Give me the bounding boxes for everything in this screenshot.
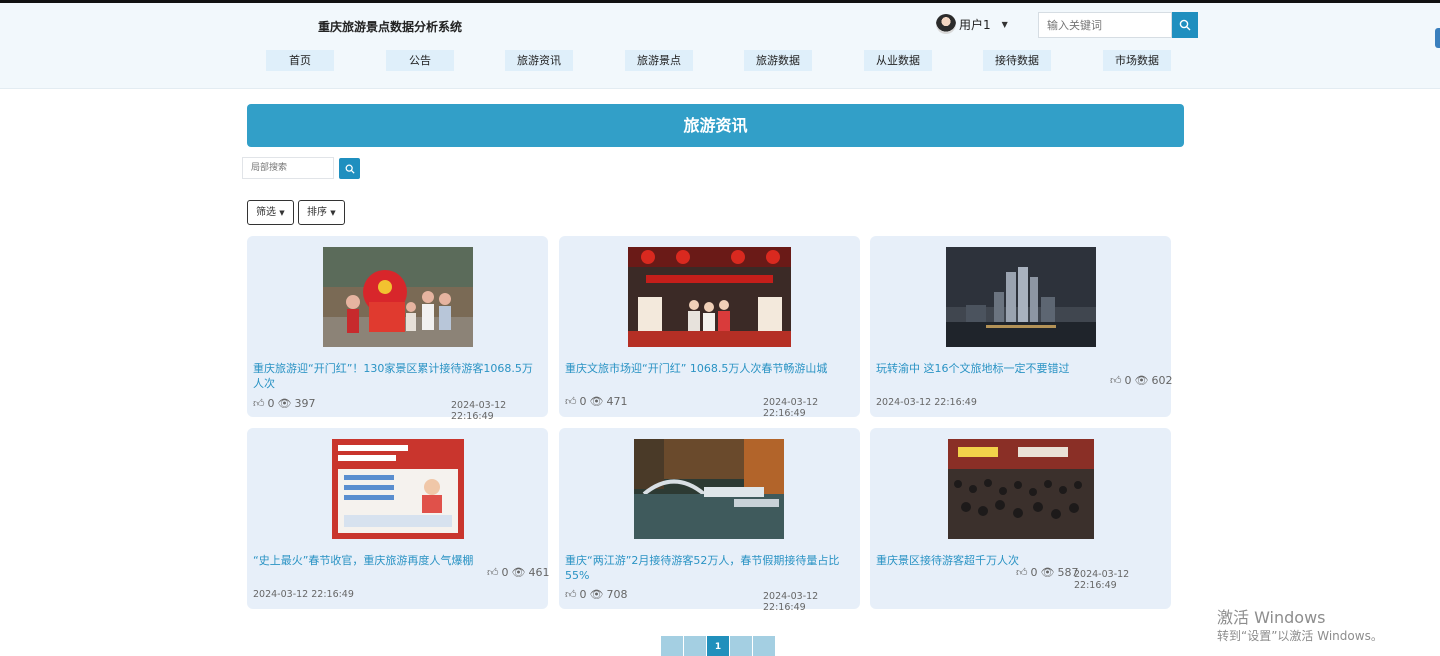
card-stats: 👍︎ 0 👁︎ 461 — [487, 566, 549, 579]
news-date: 2024-03-12 22:16:49 — [876, 397, 977, 408]
view-count: 708 — [606, 588, 628, 601]
news-date: 2024-03-12 22:16:49 — [1074, 569, 1130, 591]
filter-label: 筛选 — [256, 207, 276, 218]
like-count: 0 — [579, 588, 587, 601]
user-name: 用户1 — [959, 17, 991, 32]
card-stats: 👍︎ 0 👁︎ 587 — [1016, 566, 1078, 579]
thumbs-up-icon[interactable]: 👍︎ — [487, 566, 499, 579]
nav-attractions[interactable]: 旅游景点 — [625, 50, 693, 71]
caret-down-icon: ▼ — [279, 209, 285, 217]
local-search-button[interactable] — [339, 158, 360, 179]
like-count: 0 — [1030, 566, 1038, 579]
news-title[interactable]: 重庆“两江游”2月接待游客52万人，春节假期接待量占比55% — [565, 553, 855, 583]
eye-icon: 👁︎ — [589, 395, 604, 408]
view-count: 602 — [1151, 374, 1173, 387]
nav-reception-data[interactable]: 接待数据 — [983, 50, 1051, 71]
nav-home[interactable]: 首页 — [266, 50, 334, 71]
thumbs-up-icon[interactable]: 👍︎ — [1110, 374, 1122, 387]
user-avatar — [936, 14, 956, 34]
local-search-input[interactable] — [242, 157, 334, 179]
pagination: 1 — [661, 636, 775, 656]
like-count: 0 — [579, 395, 587, 408]
card-stats: 👍︎ 0 👁︎ 602 — [1110, 374, 1172, 387]
sort-dropdown[interactable]: 排序 ▼ — [298, 200, 345, 225]
site-header: 重庆旅游景点数据分析系统 用户1 ▼ — [0, 3, 1440, 89]
news-date: 2024-03-12 22:16:49 — [763, 591, 819, 613]
news-card[interactable]: “史上最火”春节收官，重庆旅游再度人气爆棚 👍︎ 0 👁︎ 461 2024-03-… — [247, 428, 549, 609]
nav-travel-news[interactable]: 旅游资讯 — [505, 50, 573, 71]
nav-travel-data[interactable]: 旅游数据 — [744, 50, 812, 71]
river-bridge-photo[interactable] — [634, 439, 784, 539]
search-icon — [345, 164, 355, 174]
sort-label: 排序 — [307, 207, 327, 218]
page-next-button[interactable] — [730, 636, 752, 656]
news-date: 2024-03-12 22:16:49 — [763, 397, 819, 419]
thumbs-up-icon[interactable]: 👍︎ — [565, 395, 577, 408]
night-skyline-photo[interactable] — [946, 247, 1096, 347]
view-count: 471 — [606, 395, 628, 408]
news-card[interactable]: 重庆旅游迎“开门红”！130家景区累计接待游客1068.5万人次 👍︎ 0 👁︎ 3… — [247, 236, 548, 422]
eye-icon: 👁︎ — [1134, 374, 1149, 387]
crowd-street-photo[interactable] — [948, 439, 1094, 539]
stage-performance-photo[interactable] — [628, 247, 791, 347]
view-count: 397 — [294, 397, 316, 410]
travel-poster-photo[interactable] — [332, 439, 464, 539]
watermark-line1: 激活 Windows — [1217, 608, 1326, 627]
caret-down-icon: ▼ — [330, 209, 336, 217]
eye-icon: 👁︎ — [1040, 566, 1055, 579]
nav-employment-data[interactable]: 从业数据 — [864, 50, 932, 71]
news-title[interactable]: 重庆旅游迎“开门红”！130家景区累计接待游客1068.5万人次 — [253, 361, 543, 391]
card-stats: 👍︎ 0 👁︎ 708 — [565, 588, 627, 601]
news-card[interactable]: 玩转渝中 这16个文旅地标一定不要错过 👍︎ 0 👁︎ 602 2024-03-12… — [870, 236, 1172, 417]
eye-icon: 👁︎ — [589, 588, 604, 601]
nav-announcements[interactable]: 公告 — [386, 50, 454, 71]
filter-dropdown[interactable]: 筛选 ▼ — [247, 200, 294, 225]
page-first-button[interactable] — [661, 636, 683, 656]
news-card[interactable]: 重庆“两江游”2月接待游客52万人，春节假期接待量占比55% 👍︎ 0 👁︎ 708… — [559, 428, 860, 613]
card-stats: 👍︎ 0 👁︎ 397 — [253, 397, 315, 410]
news-date: 2024-03-12 22:16:49 — [451, 400, 507, 422]
watermark-line2: 转到“设置”以激活 Windows。 — [1217, 629, 1383, 643]
like-count: 0 — [501, 566, 509, 579]
thumbs-up-icon[interactable]: 👍︎ — [253, 397, 265, 410]
page-last-button[interactable] — [753, 636, 775, 656]
windows-activation-watermark: 激活 Windows 转到“设置”以激活 Windows。 — [1217, 608, 1383, 644]
site-title: 重庆旅游景点数据分析系统 — [318, 20, 463, 34]
news-date: 2024-03-12 22:16:49 — [253, 589, 354, 600]
news-title[interactable]: 重庆文旅市场迎“开门红” 1068.5万人次春节畅游山城 — [565, 361, 855, 376]
caret-down-icon: ▼ — [1001, 19, 1008, 29]
thumbs-up-icon[interactable]: 👍︎ — [565, 588, 577, 601]
user-menu[interactable]: 用户1 ▼ — [936, 14, 1008, 34]
search-input[interactable] — [1038, 12, 1172, 38]
eye-icon: 👁︎ — [277, 397, 292, 410]
news-card[interactable]: 重庆文旅市场迎“开门红” 1068.5万人次春节畅游山城 👍︎ 0 👁︎ 471 2… — [559, 236, 860, 419]
page-number-button[interactable]: 1 — [707, 636, 729, 656]
thumbs-up-icon[interactable]: 👍︎ — [1016, 566, 1028, 579]
search-button[interactable] — [1172, 12, 1198, 38]
search-icon — [1179, 19, 1191, 31]
card-stats: 👍︎ 0 👁︎ 471 — [565, 395, 627, 408]
scrollbar-handle[interactable] — [1435, 28, 1440, 48]
lion-dance-photo[interactable] — [323, 247, 473, 347]
page-prev-button[interactable] — [684, 636, 706, 656]
like-count: 0 — [1124, 374, 1132, 387]
view-count: 461 — [528, 566, 550, 579]
eye-icon: 👁︎ — [511, 566, 526, 579]
page-title-banner: 旅游资讯 — [247, 104, 1184, 147]
nav-market-data[interactable]: 市场数据 — [1103, 50, 1171, 71]
like-count: 0 — [267, 397, 275, 410]
news-card[interactable]: 重庆景区接待游客超千万人次 👍︎ 0 👁︎ 587 2024-03-12 22:16… — [870, 428, 1171, 609]
